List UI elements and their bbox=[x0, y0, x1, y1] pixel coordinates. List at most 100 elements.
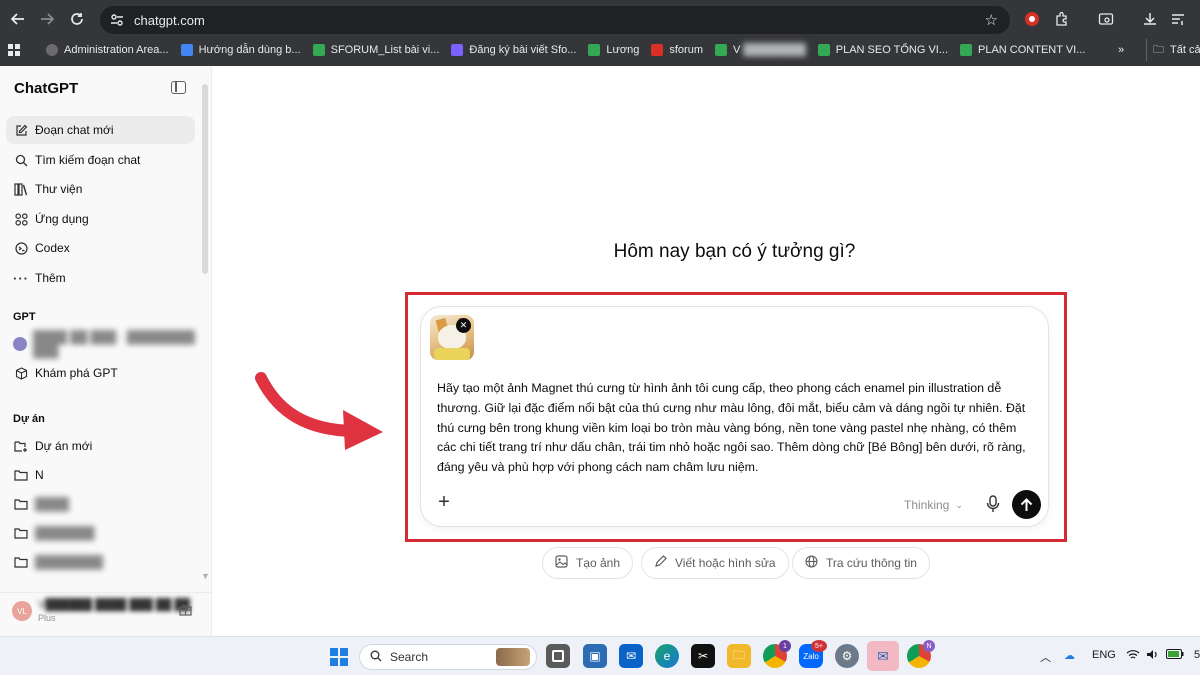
downloads-icon[interactable] bbox=[1138, 8, 1162, 30]
scroll-down-icon[interactable]: ▼ bbox=[201, 571, 210, 581]
sidebar-item-codex[interactable]: Codex bbox=[6, 234, 195, 262]
outlook-icon[interactable]: ✉ bbox=[619, 644, 643, 668]
bookmark-star-icon[interactable]: ☆ bbox=[985, 11, 998, 29]
lookup-info-chip[interactable]: Tra cứu thông tin bbox=[792, 547, 930, 579]
extension-record-icon[interactable] bbox=[1020, 8, 1044, 30]
sidebar-item-new-project[interactable]: Dự án mới bbox=[6, 432, 195, 460]
folder-icon bbox=[13, 554, 29, 570]
reload-button[interactable] bbox=[62, 4, 92, 34]
url-text: chatgpt.com bbox=[134, 12, 205, 28]
tray-chevron-up-icon[interactable]: ︿ bbox=[1040, 649, 1051, 665]
codex-icon bbox=[13, 240, 29, 256]
library-icon bbox=[13, 181, 29, 197]
sidebar-item-explore-gpt[interactable]: Khám phá GPT bbox=[6, 359, 195, 387]
remove-attachment-close-icon[interactable]: ✕ bbox=[456, 318, 471, 333]
user-profile[interactable]: VL V██████ ████ ███ ██ ██ Plus bbox=[0, 592, 211, 636]
bookmark-item[interactable]: V ████████ bbox=[709, 39, 812, 61]
sidebar-item-search[interactable]: Tìm kiếm đoạn chat bbox=[6, 146, 195, 174]
sidebar-item-apps[interactable]: Ứng dụng bbox=[6, 205, 195, 233]
sidebar-scrollbar[interactable] bbox=[202, 84, 208, 274]
sidebar-item-library[interactable]: Thư viện bbox=[6, 175, 195, 203]
brand-title[interactable]: ChatGPT bbox=[14, 80, 78, 97]
add-attachment-plus-icon[interactable]: + bbox=[435, 492, 453, 512]
projects-section-heading: Dự án bbox=[13, 413, 45, 425]
bookmark-item[interactable]: Lương bbox=[582, 39, 645, 61]
sidebar-item-new-chat[interactable]: Đoạn chat mới bbox=[6, 116, 195, 144]
chrome-icon[interactable]: 1 bbox=[763, 640, 791, 668]
settings-gear-icon[interactable]: ⚙ bbox=[835, 644, 859, 668]
store-icon[interactable]: ▣ bbox=[583, 644, 607, 668]
chip-label: Tạo ảnh bbox=[576, 556, 621, 570]
active-app-icon[interactable]: ✉ bbox=[867, 641, 899, 671]
blurred-project-name: ███████ bbox=[35, 526, 95, 540]
microphone-icon[interactable] bbox=[986, 495, 1000, 513]
all-bookmarks-item[interactable]: 🗀 Tất cả bbox=[1146, 39, 1200, 61]
gift-icon[interactable] bbox=[179, 603, 192, 619]
create-image-chip[interactable]: Tạo ảnh bbox=[542, 547, 634, 579]
bookmark-favicon-icon bbox=[960, 44, 973, 56]
taskbar-search-label: Search bbox=[390, 650, 429, 664]
bookmark-favicon-icon bbox=[817, 44, 830, 56]
sidebar-item-gpt-blurred[interactable]: ████ ██ ███ · ████████ ███ bbox=[6, 330, 195, 358]
windows-start-icon[interactable] bbox=[330, 648, 348, 666]
file-explorer-icon[interactable]: 🗀 bbox=[727, 644, 751, 668]
bookmark-item[interactable]: SFORUM_List bài vi... bbox=[307, 39, 446, 61]
edge-icon[interactable]: e bbox=[655, 644, 679, 668]
bookmarks-overflow-button[interactable]: » bbox=[1112, 39, 1130, 61]
bookmark-label: PLAN SEO TỔNG VI... bbox=[835, 44, 949, 56]
sidebar-item-more[interactable]: ··· Thêm bbox=[6, 264, 195, 292]
profile-badge-icon: N bbox=[923, 640, 935, 652]
address-bar[interactable]: chatgpt.com ☆ bbox=[100, 6, 1010, 34]
model-selector[interactable]: Thinking ⌄ bbox=[904, 498, 963, 512]
image-icon bbox=[555, 555, 568, 571]
blurred-project-name: ████████ bbox=[35, 555, 104, 569]
arrow-up-icon bbox=[1020, 497, 1033, 511]
bookmark-item[interactable]: Administration Area... bbox=[40, 39, 175, 61]
send-button[interactable] bbox=[1012, 490, 1041, 519]
blurred-user-name: V██████ ████ ███ ██ ██ bbox=[38, 599, 191, 611]
write-edit-chip[interactable]: Viết hoặc hình sửa bbox=[641, 547, 789, 579]
onedrive-cloud-icon[interactable]: ☁ bbox=[1064, 649, 1075, 662]
bookmark-label: SFORUM_List bài vi... bbox=[330, 44, 440, 56]
forward-button[interactable] bbox=[32, 4, 62, 34]
back-button[interactable] bbox=[3, 4, 33, 34]
apps-icon bbox=[13, 211, 29, 227]
globe-icon bbox=[805, 555, 818, 571]
bookmark-label: sforum bbox=[669, 44, 703, 56]
prompt-textarea[interactable]: Hãy tạo một ảnh Magnet thú cưng từ hình … bbox=[437, 379, 1037, 478]
red-arrow-annotation-icon bbox=[255, 372, 383, 450]
bookmark-item[interactable]: Hướng dẫn dùng b... bbox=[175, 39, 307, 61]
bookmark-favicon-icon bbox=[588, 44, 601, 56]
zalo-icon[interactable]: Zalo 5+ bbox=[799, 640, 827, 668]
bookmark-item[interactable]: PLAN CONTENT VI... bbox=[954, 39, 1091, 61]
bookmark-favicon-icon bbox=[451, 44, 464, 56]
sidebar-item-label: Khám phá GPT bbox=[35, 366, 118, 380]
reading-list-icon[interactable] bbox=[1166, 8, 1190, 30]
chrome-profile-icon[interactable]: N bbox=[907, 640, 935, 668]
wifi-icon[interactable] bbox=[1126, 649, 1140, 663]
volume-icon[interactable] bbox=[1146, 649, 1160, 663]
battery-icon[interactable] bbox=[1166, 649, 1184, 662]
language-indicator[interactable]: ENG bbox=[1092, 649, 1116, 661]
tab-search-icon[interactable] bbox=[1094, 8, 1118, 30]
folder-icon bbox=[13, 467, 29, 483]
apps-grid-icon[interactable] bbox=[0, 39, 26, 61]
sidebar-toggle-icon[interactable] bbox=[171, 81, 186, 94]
sidebar-item-project-blurred[interactable]: ████ bbox=[6, 490, 195, 518]
capcut-icon[interactable]: ✂ bbox=[691, 644, 715, 668]
prompt-composer[interactable]: ✕ Hãy tạo một ảnh Magnet thú cưng từ hìn… bbox=[420, 306, 1049, 527]
sidebar-item-project-blurred[interactable]: ████████ bbox=[6, 548, 195, 576]
bookmark-item[interactable]: PLAN SEO TỔNG VI... bbox=[812, 39, 954, 61]
task-view-icon[interactable] bbox=[546, 644, 570, 668]
gpt-section-heading: GPT bbox=[13, 311, 36, 323]
sidebar-item-project-n[interactable]: N bbox=[6, 461, 195, 489]
extensions-puzzle-icon[interactable] bbox=[1050, 8, 1074, 30]
sidebar: ChatGPT Đoạn chat mới Tìm kiếm đoạn chat… bbox=[0, 66, 212, 636]
bookmark-item[interactable]: sforum bbox=[645, 39, 709, 61]
taskbar-search[interactable]: Search bbox=[359, 644, 537, 670]
bookmark-item[interactable]: Đăng ký bài viết Sfo... bbox=[445, 39, 582, 61]
sidebar-item-project-blurred[interactable]: ███████ bbox=[6, 519, 195, 547]
blurred-gpt-name: ████ ██ ███ · ████████ ███ bbox=[33, 330, 195, 358]
more-icon: ··· bbox=[13, 270, 29, 286]
page-title: Hôm nay bạn có ý tưởng gì? bbox=[613, 241, 856, 262]
